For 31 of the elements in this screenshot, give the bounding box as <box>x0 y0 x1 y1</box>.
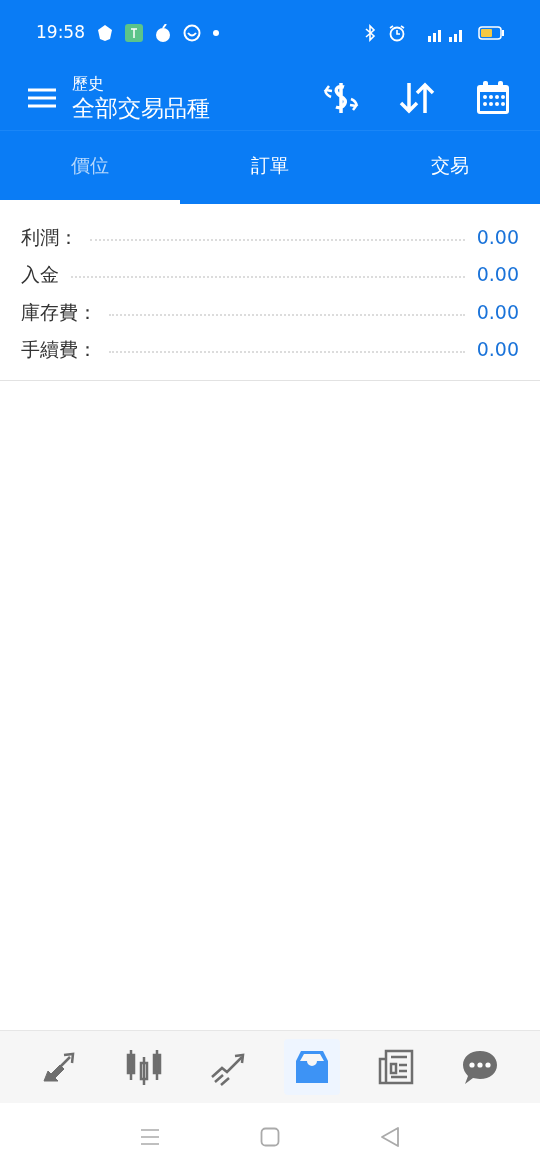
up-down-arrows-icon <box>399 81 435 115</box>
summary-value: 0.00 <box>476 299 519 325</box>
alarm-clock-icon <box>388 24 406 42</box>
fruit-icon <box>155 24 171 42</box>
app-notification-icon <box>97 24 113 42</box>
summary-label: 入金 <box>21 262 59 287</box>
nav-tab[interactable] <box>284 1039 340 1095</box>
dollar-arrows-icon <box>322 81 360 115</box>
home-icon[interactable] <box>260 1126 280 1147</box>
back-icon[interactable] <box>380 1125 400 1148</box>
newspaper-icon <box>376 1047 416 1087</box>
bluetooth-icon <box>364 24 376 42</box>
status-time: 19:58 <box>36 21 85 45</box>
summary-label: 利潤： <box>21 224 78 250</box>
tab[interactable]: 價位 <box>0 131 180 204</box>
menu-icon <box>28 88 56 108</box>
tab[interactable]: 訂單 <box>180 131 360 204</box>
candlestick-icon <box>124 1047 164 1087</box>
summary-value: 0.00 <box>476 224 519 250</box>
summary-value: 0.00 <box>476 337 519 362</box>
app-notification-icon <box>125 24 143 42</box>
smiley-icon <box>183 24 201 42</box>
summary-label: 手續費： <box>21 337 97 362</box>
screen-title: 全部交易品種 <box>72 93 210 123</box>
screen-subtitle: 歷史 <box>72 73 105 94</box>
battery-icon <box>478 26 504 40</box>
tab[interactable]: 交易 <box>360 131 540 204</box>
calendar-icon <box>475 80 511 116</box>
dot-icon <box>213 30 219 36</box>
summary-label: 庫存費： <box>21 299 97 325</box>
summary-value: 0.00 <box>476 262 519 287</box>
